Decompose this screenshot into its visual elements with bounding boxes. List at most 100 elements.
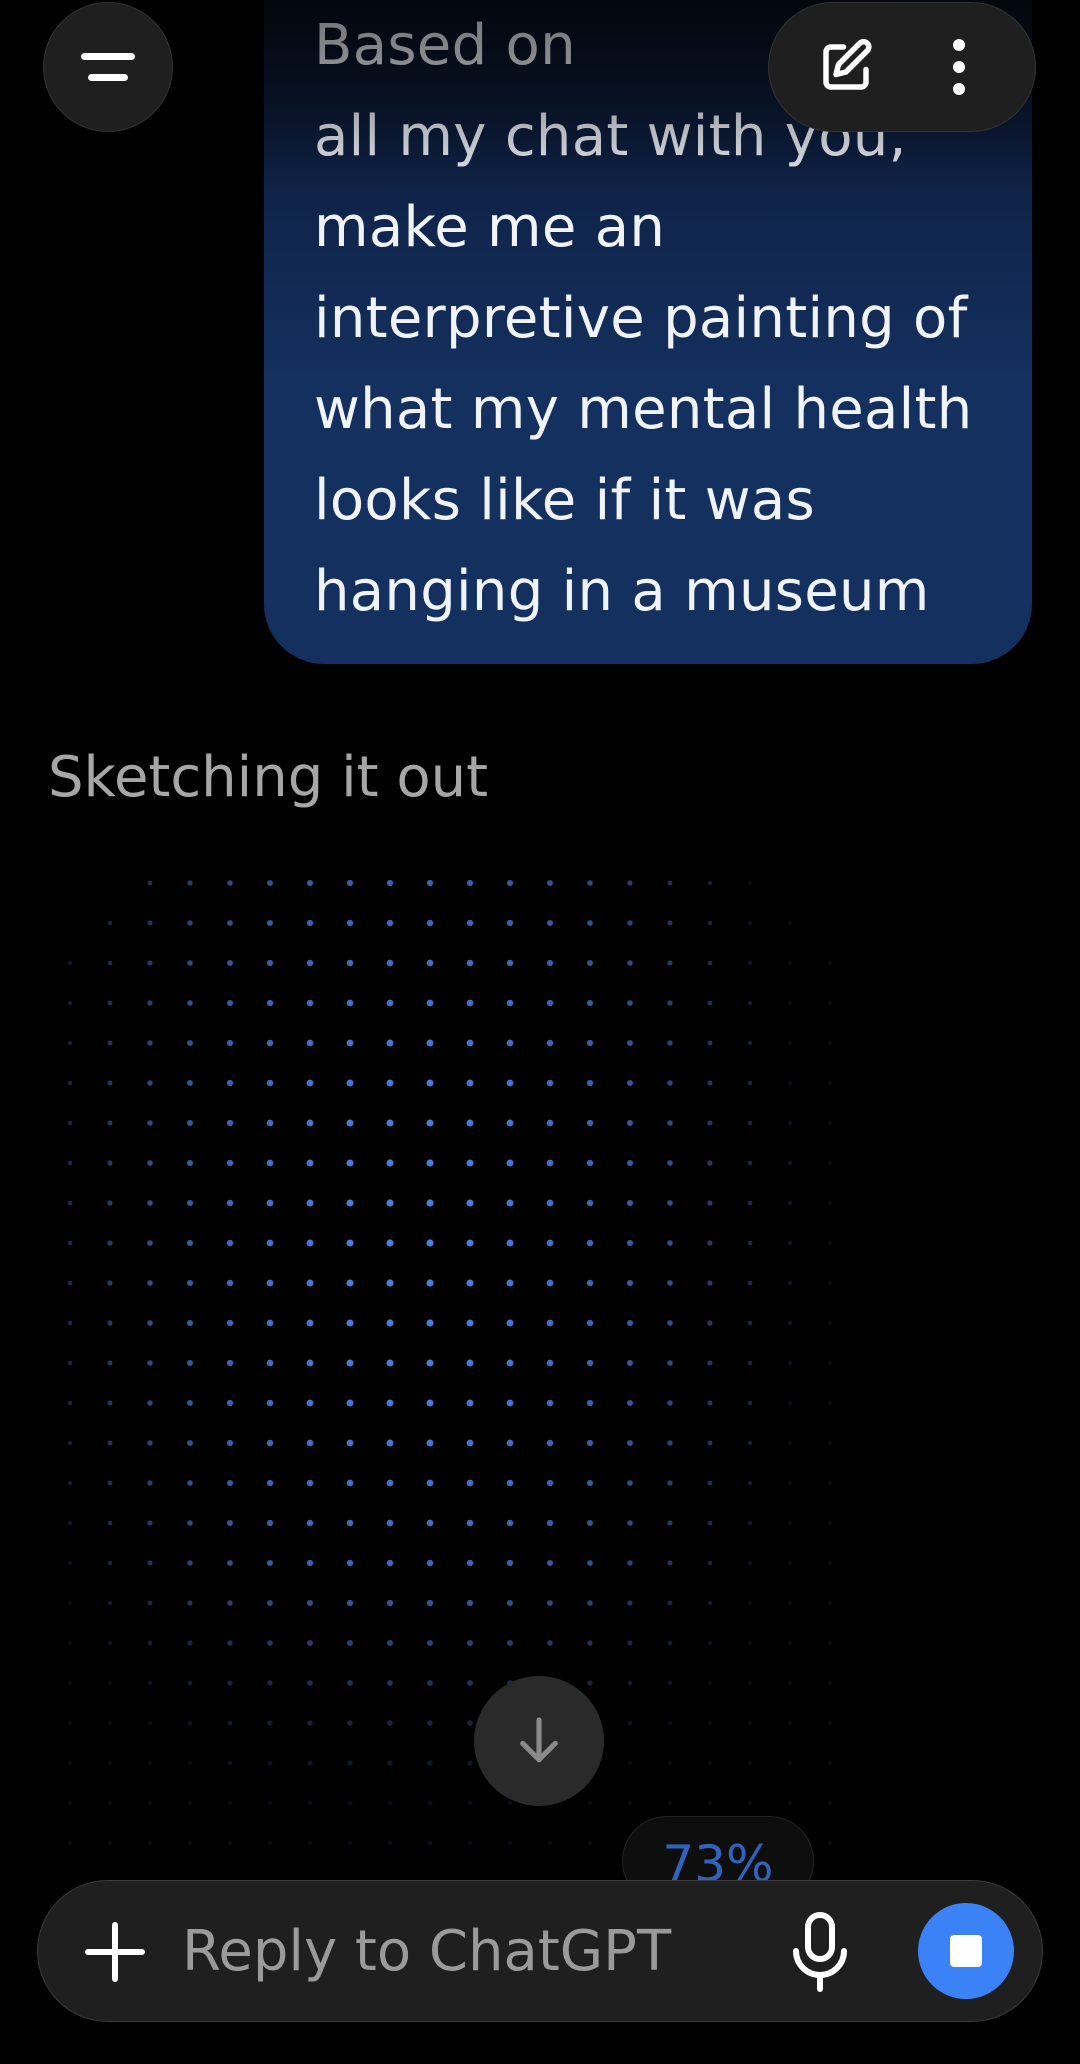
grid-dot — [147, 920, 153, 926]
grid-dot — [546, 1239, 554, 1247]
grid-dot — [386, 1119, 394, 1127]
grid-dot — [227, 1640, 233, 1646]
grid-dot — [788, 1641, 792, 1645]
arrow-down-icon — [520, 1717, 558, 1763]
grid-dot — [386, 1079, 394, 1087]
grid-dot — [267, 1800, 273, 1806]
grid-dot — [108, 1761, 112, 1765]
grid-dot — [828, 1041, 832, 1045]
grid-dot — [107, 1200, 113, 1206]
plus-icon[interactable] — [78, 1915, 152, 1989]
grid-dot — [546, 999, 554, 1007]
grid-dot — [627, 1760, 633, 1766]
grid-dot — [67, 960, 73, 966]
grid-dot — [626, 1199, 634, 1207]
grid-dot — [667, 920, 673, 926]
grid-dot — [147, 1320, 153, 1326]
grid-dot — [227, 1600, 233, 1606]
grid-dot — [586, 1239, 594, 1247]
grid-dot — [188, 1801, 192, 1805]
grid-dot — [386, 1559, 394, 1567]
microphone-icon[interactable] — [788, 1911, 852, 1995]
grid-dot — [147, 1360, 153, 1366]
grid-dot — [466, 1279, 474, 1287]
grid-dot — [466, 879, 474, 887]
stop-generation-button[interactable] — [918, 1903, 1014, 1999]
grid-dot — [266, 1479, 274, 1487]
grid-dot — [506, 1559, 514, 1567]
grid-dot — [506, 1519, 514, 1527]
grid-dot — [386, 1199, 394, 1207]
grid-dot — [346, 999, 354, 1007]
grid-dot — [187, 1480, 193, 1486]
grid-dot — [266, 1359, 274, 1367]
grid-dot — [68, 1841, 72, 1845]
grid-dot — [466, 1319, 474, 1327]
grid-dot — [107, 1640, 113, 1646]
grid-dot — [306, 1599, 314, 1607]
grid-dot — [426, 1399, 434, 1407]
grid-dot — [147, 1400, 153, 1406]
grid-dot — [306, 919, 314, 927]
grid-dot — [346, 1599, 354, 1607]
grid-dot — [68, 1801, 72, 1805]
grid-dot — [306, 1359, 314, 1367]
reply-input[interactable]: Reply to ChatGPT — [182, 1919, 671, 1984]
grid-dot — [747, 1360, 753, 1366]
grid-dot — [707, 1480, 713, 1486]
grid-dot — [67, 1480, 73, 1486]
grid-dot — [467, 1760, 473, 1766]
grid-dot — [386, 999, 394, 1007]
grid-dot — [506, 1599, 514, 1607]
grid-dot — [67, 1000, 73, 1006]
grid-dot — [346, 1559, 354, 1567]
grid-dot — [828, 1641, 832, 1645]
grid-dot — [426, 999, 434, 1007]
scroll-down-button[interactable] — [474, 1676, 604, 1806]
grid-dot — [107, 1240, 113, 1246]
grid-dot — [466, 919, 474, 927]
grid-dot — [386, 1359, 394, 1367]
grid-dot — [227, 920, 233, 926]
grid-dot — [667, 1720, 673, 1726]
grid-dot — [708, 1801, 712, 1805]
grid-dot — [506, 879, 514, 887]
grid-dot — [147, 1560, 153, 1566]
grid-dot — [626, 1279, 634, 1287]
grid-dot — [386, 1159, 394, 1167]
grid-dot — [707, 1120, 713, 1126]
grid-dot — [307, 1640, 313, 1646]
grid-dot — [788, 1681, 792, 1685]
more-options-button[interactable] — [927, 35, 991, 99]
new-chat-button[interactable] — [814, 35, 878, 99]
grid-dot — [828, 1601, 832, 1605]
grid-dot — [828, 1801, 832, 1805]
grid-dot — [788, 1761, 792, 1765]
grid-dot — [186, 1279, 194, 1287]
grid-dot — [747, 1400, 753, 1406]
grid-dot — [107, 1600, 113, 1606]
grid-dot — [626, 1159, 634, 1167]
grid-dot — [346, 959, 354, 967]
grid-dot — [707, 1560, 713, 1566]
grid-dot — [147, 1440, 153, 1446]
grid-dot — [148, 1761, 152, 1765]
grid-dot — [107, 920, 113, 926]
grid-dot — [68, 1561, 72, 1565]
grid-dot — [627, 1080, 633, 1086]
grid-dot — [586, 1399, 594, 1407]
grid-dot — [107, 1400, 113, 1406]
grid-dot — [147, 1240, 153, 1246]
grid-dot — [67, 1200, 73, 1206]
grid-dot — [747, 1120, 753, 1126]
grid-dot — [707, 920, 713, 926]
grid-dot — [627, 1440, 633, 1446]
grid-dot — [426, 1519, 434, 1527]
generation-status: Sketching it out — [48, 745, 489, 810]
grid-dot — [507, 1840, 513, 1846]
grid-dot — [747, 1040, 753, 1046]
menu-button[interactable] — [43, 2, 173, 132]
grid-dot — [227, 1560, 233, 1566]
grid-dot — [506, 919, 514, 927]
grid-dot — [187, 1680, 193, 1686]
